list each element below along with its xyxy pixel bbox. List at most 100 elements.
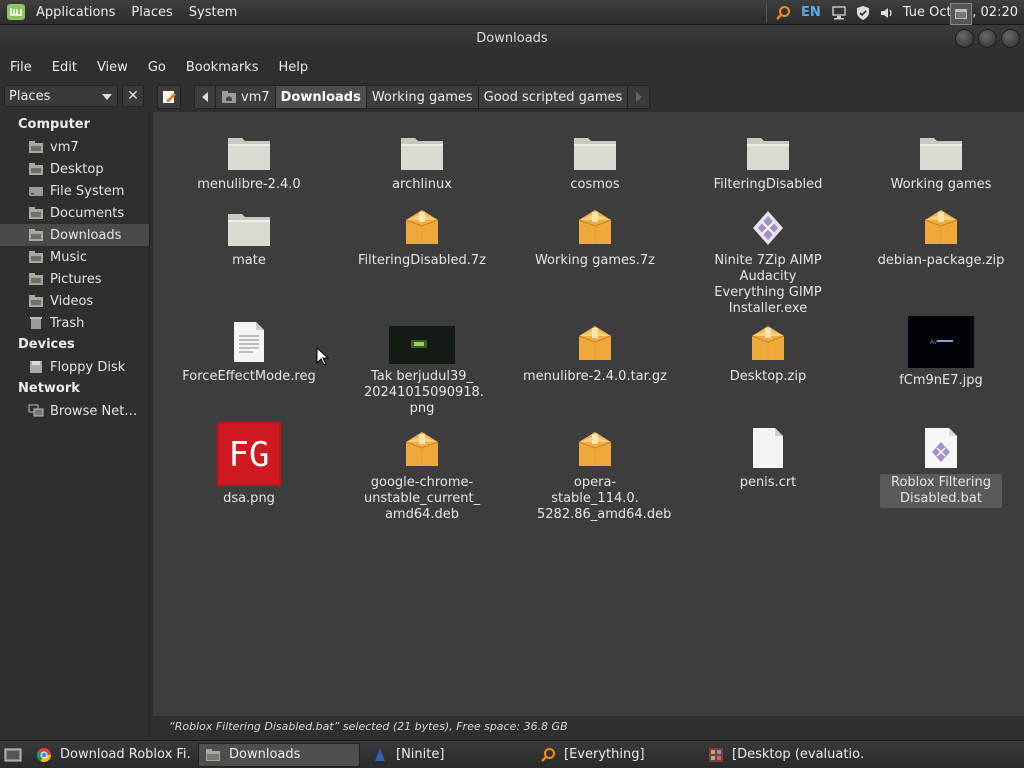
taskbar-button-desktop-evaluatio[interactable]: [Desktop (evaluatio… (702, 743, 864, 767)
sidebar-item-vm7[interactable]: vm7 (0, 136, 149, 158)
folder-icon (28, 206, 44, 220)
window-controls (955, 29, 1020, 48)
taskbar-button-downloads[interactable]: Downloads (198, 742, 360, 767)
sidebar-item-label: Desktop (50, 161, 104, 177)
taskbar-button-download-roblox-fi[interactable]: Download Roblox Fi… (30, 743, 192, 767)
sidebar-item-pictures[interactable]: Pictures (0, 268, 149, 290)
breadcrumb: vm7 Downloads Working games Good scripte… (216, 85, 651, 109)
sidebar-item-label: Pictures (50, 271, 102, 287)
file-item-menulibre-2-4-0[interactable]: menulibre-2.4.0 (161, 124, 337, 194)
folder-icon (28, 228, 44, 242)
file-item-google-chrome-unstable-current-amd64-deb[interactable]: google-chrome- unstable_current_ amd64.d… (334, 422, 510, 524)
close-button[interactable] (1001, 29, 1020, 48)
image-thumbnail: FG (217, 422, 281, 486)
view-menu[interactable]: View (87, 60, 138, 75)
file-name-label: penis.crt (739, 475, 797, 490)
folder-icon (572, 124, 618, 172)
folder-icon (399, 124, 445, 172)
sidebar-item-trash[interactable]: Trash (0, 312, 149, 334)
file-item-mate[interactable]: mate (161, 200, 337, 270)
file-item-roblox-filtering-disabled-bat[interactable]: Roblox Filtering Disabled.bat (853, 422, 1024, 508)
file-item-tak-berjudul39-20241015090918-png[interactable]: Tak berjudul39_ 20241015090918. png (334, 316, 510, 418)
sidebar-item-desktop[interactable]: Desktop (0, 158, 149, 180)
file-item-forceeffectmode-reg[interactable]: ForceEffectMode.reg (161, 316, 337, 386)
edit-menu[interactable]: Edit (42, 60, 87, 75)
sidebar-type-dropdown[interactable]: Places (4, 85, 118, 107)
tray-separator (766, 3, 768, 22)
help-menu[interactable]: Help (268, 60, 318, 75)
minimize-button[interactable] (955, 29, 974, 48)
file-name-label: mate (232, 253, 266, 268)
arrow-right-icon (635, 92, 642, 102)
home-icon (28, 140, 44, 154)
places-sidebar: Computer vm7 Desktop File System Documents D… (0, 112, 150, 738)
file-name-label: dsa.png (223, 491, 275, 506)
sidebar-item-label: Trash (50, 315, 85, 331)
keyboard-layout-indicator[interactable]: EN (801, 5, 821, 20)
file-name-label: Roblox Filtering Disabled.bat (880, 474, 1002, 508)
file-item-cosmos[interactable]: cosmos (507, 124, 683, 194)
workspace-switcher[interactable] (950, 3, 972, 25)
close-sidebar-button[interactable]: ✕ (122, 85, 144, 107)
system-menu[interactable]: System (181, 0, 245, 25)
mouse-cursor-icon (316, 346, 330, 371)
file-item-working-games[interactable]: Working games (853, 124, 1024, 194)
file-item-debian-package-zip[interactable]: debian-package.zip (853, 200, 1024, 270)
file-item-dsa-png[interactable]: FG dsa.png (161, 422, 337, 508)
folder-icon (226, 200, 272, 248)
file-item-opera-stable-114-0-5282-86-amd64-deb[interactable]: opera-stable_114.0. 5282.86_amd64.deb (507, 422, 683, 524)
sidebar-item-videos[interactable]: Videos (0, 290, 149, 312)
file-item-fcm9ne7-jpg[interactable]: Av fCm9nE7.jpg (853, 316, 1024, 390)
folder-icon (28, 250, 44, 264)
sidebar-item-floppy-disk[interactable]: Floppy Disk (0, 356, 149, 378)
archive-icon (402, 200, 442, 248)
shield-icon[interactable] (854, 4, 872, 22)
mint-logo-icon[interactable] (6, 3, 26, 21)
taskbar-button-ninite[interactable]: [Ninite] (366, 743, 528, 767)
breadcrumb-downloads[interactable]: Downloads (275, 85, 367, 109)
ninite-icon (372, 747, 388, 763)
places-menu[interactable]: Places (123, 0, 180, 25)
file-item-ninite-7zip-aimp-audacity-everything-gimp-installer-exe[interactable]: Ninite 7Zip AIMP Audacity Everything GIM… (680, 200, 856, 318)
chevron-down-icon (102, 94, 112, 100)
show-desktop-icon (4, 748, 22, 761)
sidebar-item-label: File System (50, 183, 125, 199)
volume-icon[interactable] (878, 4, 896, 22)
breadcrumb-forward-button[interactable] (628, 85, 651, 109)
file-item-menulibre-2-4-0-tar-gz[interactable]: menulibre-2.4.0.tar.gz (507, 316, 683, 386)
sidebar-item-browse-net[interactable]: Browse Net… (0, 400, 149, 422)
sidebar-item-downloads[interactable]: Downloads (0, 224, 149, 246)
file-item-filteringdisabled[interactable]: FilteringDisabled (680, 124, 856, 194)
file-icon-view[interactable]: menulibre-2.4.0 archlinux cosmos FilteringD… (153, 112, 1024, 716)
breadcrumb-vm7[interactable]: vm7 (216, 85, 276, 109)
floppy-icon (28, 360, 44, 374)
breadcrumb-working-games[interactable]: Working games (366, 85, 479, 109)
search-icon[interactable] (774, 4, 792, 22)
breadcrumb-good-scripted-games[interactable]: Good scripted games (478, 85, 629, 109)
chrome-icon (36, 747, 52, 763)
sidebar-item-documents[interactable]: Documents (0, 202, 149, 224)
location-toolbar: Places ✕ vm7 Downloads Working games Goo… (0, 82, 1024, 112)
script-icon (922, 422, 960, 470)
bookmarks-menu[interactable]: Bookmarks (176, 60, 269, 75)
show-desktop-button[interactable] (2, 744, 24, 766)
window-titlebar[interactable]: Downloads (0, 25, 1024, 52)
breadcrumb-back-button[interactable] (194, 85, 216, 109)
file-item-working-games-7z[interactable]: Working games.7z (507, 200, 683, 270)
sidebar-item-music[interactable]: Music (0, 246, 149, 268)
file-item-archlinux[interactable]: archlinux (334, 124, 510, 194)
status-bar: “Roblox Filtering Disabled.bat” selected… (153, 716, 1024, 738)
toggle-location-entry-button[interactable] (157, 85, 181, 109)
file-item-penis-crt[interactable]: penis.crt (680, 422, 856, 492)
network-icon[interactable] (830, 4, 848, 22)
file-menu[interactable]: File (0, 60, 42, 75)
breadcrumb-label: vm7 (241, 89, 270, 105)
applications-menu[interactable]: Applications (28, 0, 123, 25)
file-item-desktop-zip[interactable]: Desktop.zip (680, 316, 856, 386)
taskbar-button-everything[interactable]: [Everything] (534, 743, 696, 767)
go-menu[interactable]: Go (138, 60, 176, 75)
file-item-filteringdisabled-7z[interactable]: FilteringDisabled.7z (334, 200, 510, 270)
file-name-label: FilteringDisabled (713, 177, 823, 192)
maximize-button[interactable] (978, 29, 997, 48)
sidebar-item-file-system[interactable]: File System (0, 180, 149, 202)
